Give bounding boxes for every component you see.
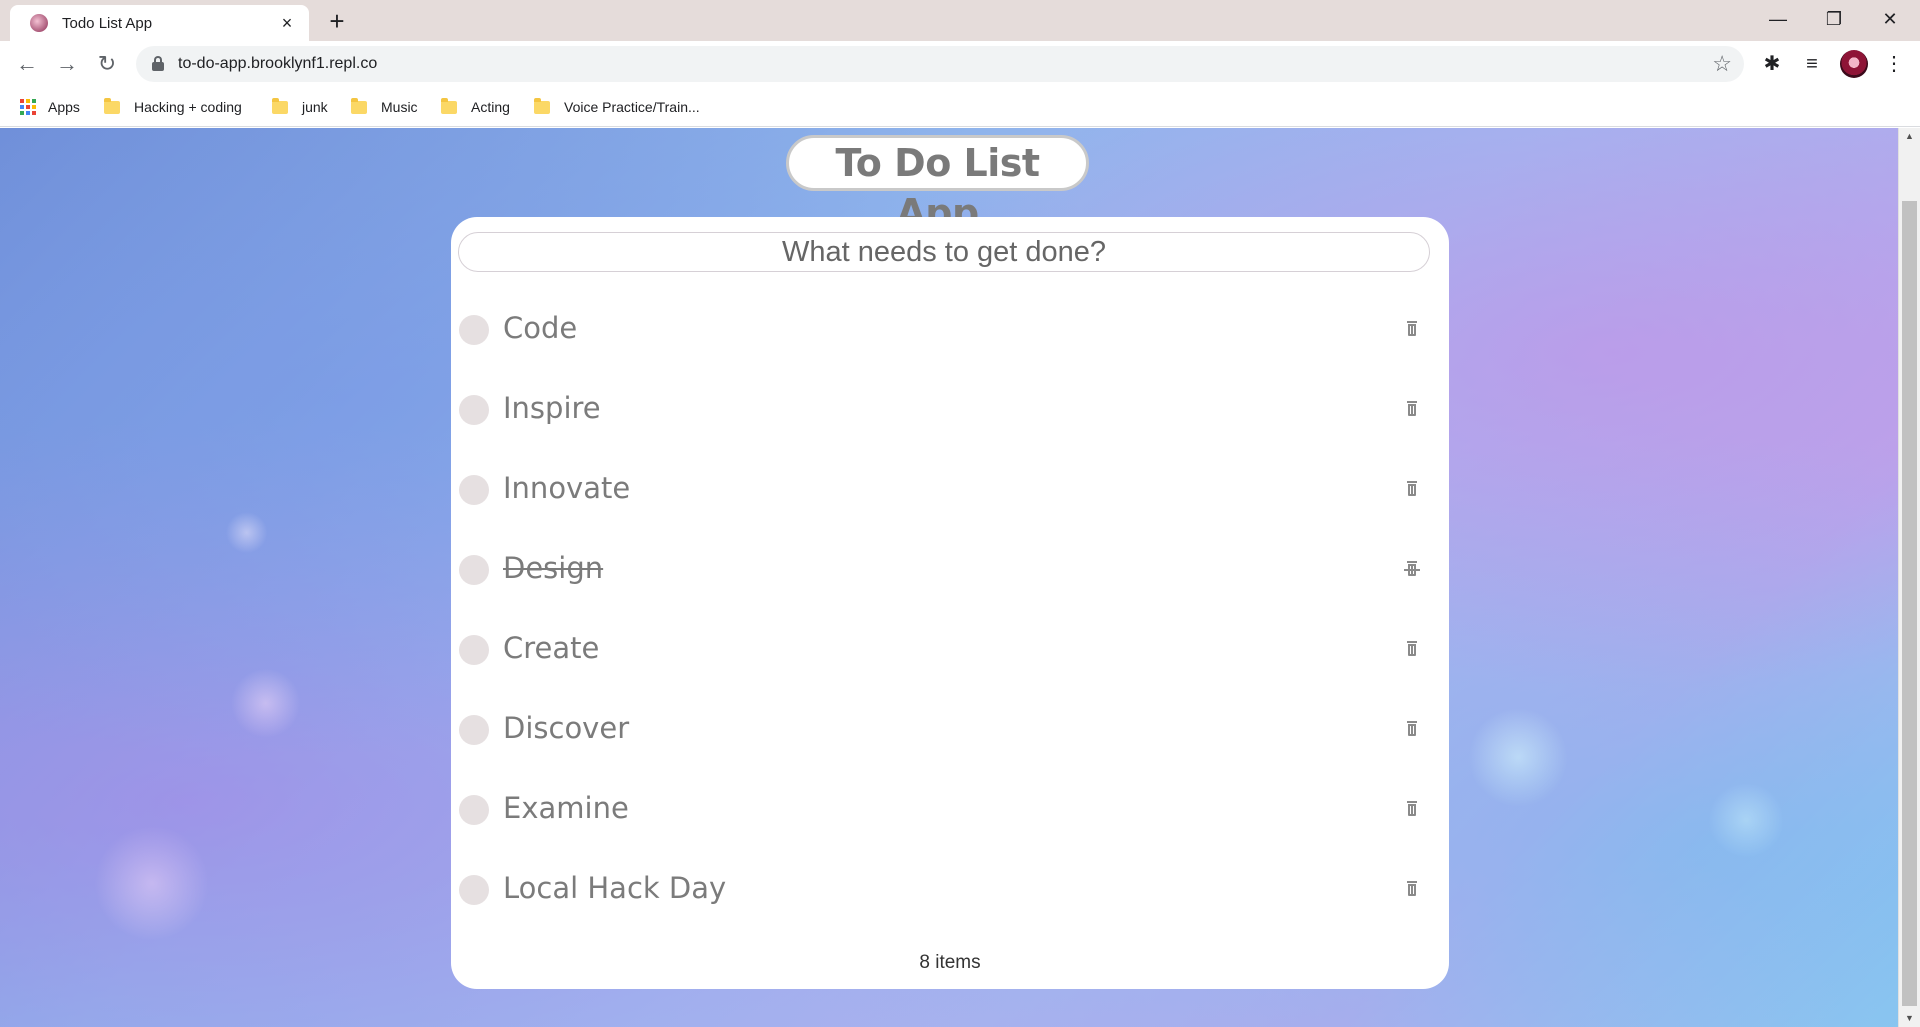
todo-label[interactable]: Create: [503, 631, 599, 665]
bookmark-label: Voice Practice/Train...: [564, 99, 700, 115]
menu-icon[interactable]: ⋮: [1880, 50, 1908, 78]
scroll-down-arrow-icon[interactable]: ▼: [1899, 1010, 1920, 1027]
todo-item-discover: Discover: [451, 697, 1449, 777]
todo-list: Code Inspire Innovate Design Create Disc…: [451, 297, 1449, 937]
complete-toggle-circle-icon[interactable]: [459, 395, 489, 425]
bookmark-label: Hacking + coding: [134, 99, 242, 115]
bookmark-folder-voice[interactable]: Voice Practice/Train...: [534, 96, 700, 118]
url-text[interactable]: to-do-app.brooklynf1.repl.co: [178, 55, 377, 73]
apps-grid-icon: [20, 99, 36, 115]
todo-item-inspire: Inspire: [451, 377, 1449, 457]
todo-label[interactable]: Discover: [503, 711, 629, 745]
page-title: To Do List App: [786, 135, 1089, 235]
complete-toggle-circle-icon[interactable]: [459, 555, 489, 585]
folder-icon: [441, 97, 457, 114]
profile-avatar[interactable]: [1840, 50, 1868, 78]
media-control-icon[interactable]: ≡: [1798, 50, 1826, 78]
scrollbar-thumb[interactable]: [1902, 201, 1917, 1006]
minimize-button[interactable]: —: [1750, 0, 1806, 38]
bookmark-label: Music: [381, 99, 418, 115]
delete-trash-icon[interactable]: [1405, 881, 1419, 899]
bookmark-label: Apps: [48, 99, 80, 115]
app-favicon-icon: [30, 14, 48, 32]
todo-item-examine: Examine: [451, 777, 1449, 857]
todo-label[interactable]: Code: [503, 311, 577, 345]
todo-label[interactable]: Design: [503, 551, 603, 585]
extensions-icon[interactable]: ✱: [1758, 50, 1786, 78]
new-tab-button[interactable]: +: [323, 8, 351, 36]
tab-strip: Todo List App × + — ❐ ✕: [0, 0, 1920, 41]
browser-tab[interactable]: Todo List App ×: [10, 5, 309, 41]
address-bar[interactable]: to-do-app.brooklynf1.repl.co ☆: [136, 46, 1744, 82]
delete-trash-icon[interactable]: [1405, 641, 1419, 659]
complete-toggle-circle-icon[interactable]: [459, 715, 489, 745]
bookmark-star-icon[interactable]: ☆: [1712, 51, 1732, 77]
complete-toggle-circle-icon[interactable]: [459, 795, 489, 825]
close-tab-icon[interactable]: ×: [277, 13, 297, 34]
bookmark-apps[interactable]: Apps: [20, 96, 80, 118]
bookmark-label: junk: [302, 99, 328, 115]
page-viewport: To Do List App Code Inspire Innovate Des…: [0, 128, 1898, 1027]
bookmark-folder-hacking[interactable]: Hacking + coding: [104, 96, 242, 118]
complete-toggle-circle-icon[interactable]: [459, 475, 489, 505]
todo-label[interactable]: Examine: [503, 791, 629, 825]
bookmark-folder-junk[interactable]: junk: [272, 96, 328, 118]
bookmark-label: Acting: [471, 99, 510, 115]
forward-button[interactable]: →: [53, 50, 81, 78]
todo-card: Code Inspire Innovate Design Create: [451, 217, 1449, 989]
delete-trash-icon[interactable]: [1404, 561, 1420, 579]
todo-label[interactable]: Inspire: [503, 391, 601, 425]
back-button[interactable]: ←: [13, 50, 41, 78]
todo-item-design: Design: [451, 537, 1449, 617]
browser-toolbar: ← → ↻ to-do-app.brooklynf1.repl.co ☆ ✱ ≡…: [0, 41, 1920, 87]
bookmarks-bar: Apps Hacking + coding junk Music Acting …: [0, 87, 1920, 127]
folder-icon: [534, 97, 550, 114]
bookmark-folder-acting[interactable]: Acting: [441, 96, 510, 118]
folder-icon: [272, 97, 288, 114]
close-window-button[interactable]: ✕: [1862, 0, 1918, 38]
tab-title: Todo List App: [62, 14, 153, 32]
scroll-up-arrow-icon[interactable]: ▲: [1899, 128, 1920, 145]
page-scrollbar[interactable]: ▲ ▼: [1898, 128, 1920, 1027]
lock-icon[interactable]: [152, 56, 164, 72]
complete-toggle-circle-icon[interactable]: [459, 875, 489, 905]
delete-trash-icon[interactable]: [1405, 801, 1419, 819]
todo-item-create: Create: [451, 617, 1449, 697]
complete-toggle-circle-icon[interactable]: [459, 315, 489, 345]
folder-icon: [104, 97, 120, 114]
todo-item-local-hack-day: Local Hack Day: [451, 857, 1449, 937]
reload-button[interactable]: ↻: [93, 50, 121, 78]
new-todo-input[interactable]: [458, 232, 1430, 272]
todo-label[interactable]: Local Hack Day: [503, 871, 726, 905]
complete-toggle-circle-icon[interactable]: [459, 635, 489, 665]
delete-trash-icon[interactable]: [1405, 481, 1419, 499]
restore-button[interactable]: ❐: [1806, 0, 1862, 38]
bookmark-folder-music[interactable]: Music: [351, 96, 418, 118]
item-count: 8 items: [919, 952, 981, 973]
todo-label[interactable]: Innovate: [503, 471, 630, 505]
delete-trash-icon[interactable]: [1405, 401, 1419, 419]
todo-item-code: Code: [451, 297, 1449, 377]
folder-icon: [351, 97, 367, 114]
todo-item-innovate: Innovate: [451, 457, 1449, 537]
delete-trash-icon[interactable]: [1405, 321, 1419, 339]
delete-trash-icon[interactable]: [1405, 721, 1419, 739]
